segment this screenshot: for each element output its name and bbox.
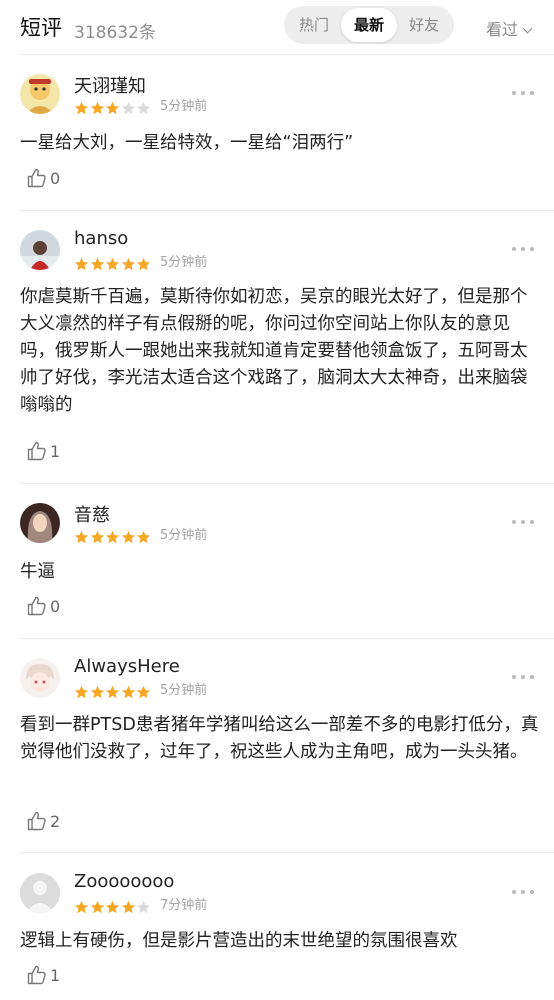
- review-time: 5分钟前: [160, 99, 208, 114]
- star-filled-icon: [121, 685, 136, 699]
- star-filled-icon: [74, 685, 89, 699]
- star-filled-icon: [121, 900, 136, 914]
- star-filled-icon: [74, 101, 89, 115]
- like-count: 0: [50, 597, 61, 616]
- review-text: 你虐莫斯千百遍，莫斯待你如初恋，吴京的眼光太好了，但是那个大义凛然的样子有点假掰…: [20, 287, 528, 415]
- reviews-header: 短评 318632条 热门 最新 好友 看过: [0, 0, 554, 54]
- review-time: 5分钟前: [160, 683, 208, 698]
- like-count: 2: [50, 812, 61, 831]
- like-count: 1: [50, 442, 61, 461]
- star-filled-icon: [121, 530, 136, 544]
- more-options-icon[interactable]: [512, 674, 536, 682]
- star-rating: [74, 684, 152, 699]
- star-filled-icon: [105, 530, 120, 544]
- reviewer-name[interactable]: Zoooooooo: [74, 871, 174, 892]
- tab-latest[interactable]: 最新: [341, 8, 397, 42]
- star-rating: [74, 529, 152, 544]
- tab-friends[interactable]: 好友: [396, 8, 452, 42]
- sort-segmented-control: 热门 最新 好友: [284, 6, 454, 44]
- review-text: 看到一群PTSD患者猪年学猪叫给这么一部差不多的电影打低分，真觉得他们没救了，过…: [20, 715, 539, 762]
- more-options-icon[interactable]: [512, 889, 536, 897]
- star-filled-icon: [74, 257, 89, 271]
- reviewer-name[interactable]: 天诩瑾知: [74, 72, 146, 98]
- star-filled-icon: [105, 101, 120, 115]
- thumbs-up-icon: [26, 810, 48, 832]
- star-filled-icon: [105, 685, 120, 699]
- cartoon-avatar-icon[interactable]: [20, 74, 60, 114]
- anime-avatar-icon[interactable]: [20, 658, 60, 698]
- star-filled-icon: [90, 900, 105, 914]
- star-empty-icon: [136, 900, 151, 914]
- star-filled-icon: [105, 900, 120, 914]
- like-count: 1: [50, 966, 61, 985]
- divider: [20, 483, 554, 484]
- watched-filter-label: 看过: [486, 20, 519, 39]
- photo-avatar-icon[interactable]: [20, 230, 60, 270]
- review-text: 牛逼: [20, 562, 55, 582]
- thumbs-up-icon: [26, 595, 48, 617]
- review-text: 一星给大刘，一星给特效，一星给“泪两行”: [20, 133, 354, 153]
- default-avatar-icon[interactable]: [20, 873, 60, 913]
- thumbs-up-icon: [26, 167, 48, 189]
- divider: [20, 638, 554, 639]
- divider: [20, 852, 554, 853]
- more-options-icon[interactable]: [512, 90, 536, 98]
- reviewer-name[interactable]: 音慈: [74, 501, 110, 527]
- star-empty-icon: [121, 101, 136, 115]
- star-filled-icon: [90, 257, 105, 271]
- review-time: 5分钟前: [160, 528, 208, 543]
- review-time: 7分钟前: [160, 898, 208, 913]
- more-options-icon[interactable]: [512, 519, 536, 527]
- chevron-down-icon: [522, 23, 533, 34]
- star-rating: [74, 256, 152, 271]
- star-rating: [74, 899, 152, 914]
- star-rating: [74, 100, 152, 115]
- star-filled-icon: [90, 101, 105, 115]
- star-filled-icon: [90, 530, 105, 544]
- star-filled-icon: [105, 257, 120, 271]
- more-options-icon[interactable]: [512, 246, 536, 254]
- reviewer-name[interactable]: hanso: [74, 228, 128, 249]
- star-filled-icon: [136, 685, 151, 699]
- page-title: 短评: [20, 16, 62, 40]
- star-filled-icon: [90, 685, 105, 699]
- photo-avatar-icon[interactable]: [20, 503, 60, 543]
- review-count: 318632条: [74, 23, 156, 43]
- star-filled-icon: [121, 257, 136, 271]
- like-count: 0: [50, 169, 61, 188]
- star-filled-icon: [136, 530, 151, 544]
- review-time: 5分钟前: [160, 255, 208, 270]
- review-text: 逻辑上有硬伤，但是影片营造出的末世绝望的氛围很喜欢: [20, 931, 458, 951]
- star-empty-icon: [136, 101, 151, 115]
- watched-filter-dropdown[interactable]: 看过: [486, 16, 533, 40]
- divider: [20, 54, 554, 55]
- thumbs-up-icon: [26, 964, 48, 986]
- thumbs-up-icon: [26, 440, 48, 462]
- star-filled-icon: [74, 900, 89, 914]
- tab-hot[interactable]: 热门: [286, 8, 342, 42]
- star-filled-icon: [74, 530, 89, 544]
- reviewer-name[interactable]: AlwaysHere: [74, 656, 180, 677]
- divider: [20, 210, 554, 211]
- star-filled-icon: [136, 257, 151, 271]
